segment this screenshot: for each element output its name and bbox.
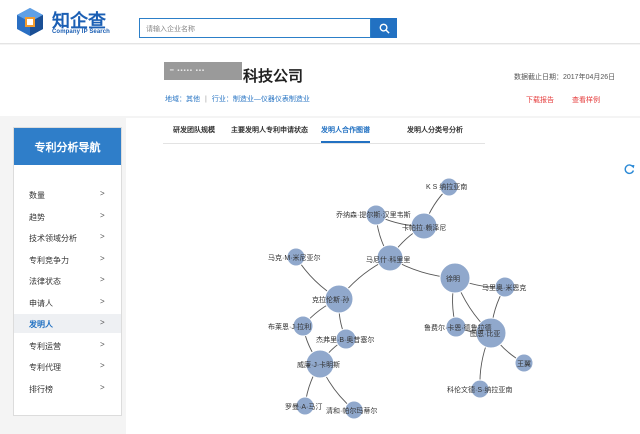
graph-node-label: 马里奥·米恩克	[482, 283, 526, 292]
graph-node-label: 布莱恩·J·拉利	[268, 322, 311, 331]
graph-node-label: 乔纳森·提尔斯·汉里韦斯	[336, 210, 411, 219]
graph-node-label: 清和·帕尔玛蒂尔	[326, 406, 377, 415]
graph-node-label: 王翼	[517, 360, 531, 368]
graph-node-label: 卡帕拉·赖泽尼	[402, 223, 446, 232]
collaboration-graph[interactable]: K S 纳拉亚南乔纳森·提尔斯·汉里韦斯卡帕拉·赖泽尼马尼什·科里里徐明 马克·M…	[0, 0, 640, 434]
graph-node-label: 马克·M·米尼亚尔	[268, 253, 321, 262]
graph-node-label: K S 纳拉亚南	[426, 182, 467, 191]
graph-node-label: 杰弗里·B·奥昔塞尔	[316, 335, 374, 344]
graph-node-label: 克拉伦斯·孙	[312, 295, 349, 304]
graph-node-label: 马尼什·科里里	[366, 255, 410, 264]
graph-node-label: 罗曼·A·马汀	[285, 403, 322, 411]
graph-node-label: 科伦文德·S·纳拉亚南	[447, 385, 512, 394]
graph-node-label: 图恩·比亚	[470, 329, 500, 338]
graph-node-label: 威廉·J·卡明斯	[297, 360, 340, 369]
graph-node-label: 徐明	[446, 274, 460, 283]
